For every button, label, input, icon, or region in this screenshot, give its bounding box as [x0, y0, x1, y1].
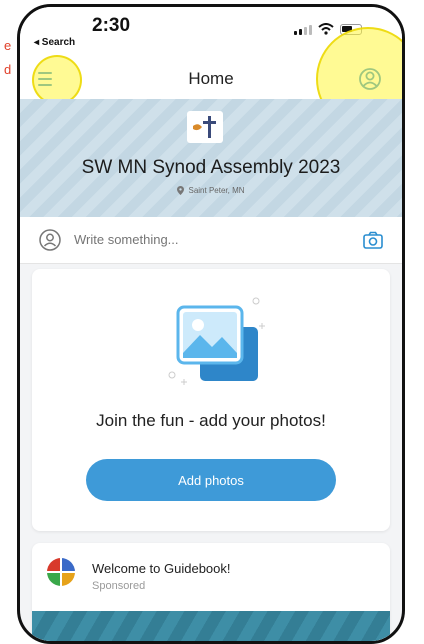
event-location: Saint Peter, MN: [20, 186, 402, 195]
location-pin-icon: [177, 186, 185, 195]
sponsored-label: Sponsored: [92, 580, 146, 592]
event-logo: [187, 111, 223, 143]
add-photos-button[interactable]: Add photos: [86, 459, 336, 501]
status-time: 2:30: [92, 15, 131, 36]
annotation-text-2: d: [4, 62, 12, 77]
menu-highlight-circle: [32, 55, 82, 105]
avatar: [39, 229, 61, 251]
annotation-text-1: e: [4, 38, 12, 53]
back-to-search-link[interactable]: ◂ Search: [34, 37, 75, 48]
event-location-text: Saint Peter, MN: [188, 186, 245, 195]
sponsor-title: Welcome to Guidebook!: [92, 561, 231, 576]
photos-prompt-text: Join the fun - add your photos!: [96, 411, 326, 430]
cross-logo-icon: [193, 116, 216, 138]
guidebook-logo-icon: [47, 558, 75, 586]
signal-icon: [294, 25, 312, 35]
add-photos-card: Join the fun - add your photos! Add phot…: [32, 269, 390, 531]
post-compose-input[interactable]: [74, 232, 334, 247]
sponsor-banner-image: [32, 611, 390, 641]
phone-frame: 2:30 ◂ Search Home SW MN Synod Assembly …: [17, 4, 405, 644]
wifi-icon: [318, 23, 334, 35]
photo-gallery-illustration: [168, 297, 265, 385]
sponsored-card[interactable]: Welcome to Guidebook! Sponsored: [32, 543, 390, 641]
camera-icon[interactable]: [362, 229, 384, 251]
event-banner: SW MN Synod Assembly 2023 Saint Peter, M…: [20, 99, 402, 217]
compose-bar: [20, 217, 402, 264]
event-title: SW MN Synod Assembly 2023: [81, 157, 341, 178]
